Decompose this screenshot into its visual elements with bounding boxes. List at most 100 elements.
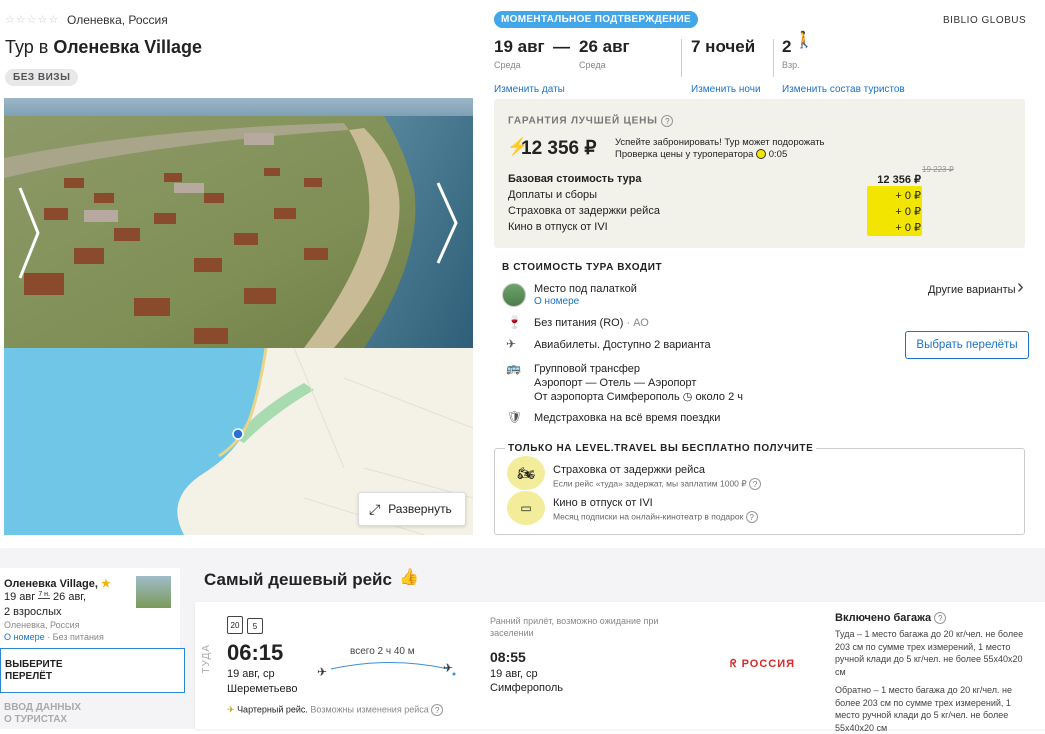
step-label-line: О ТУРИСТАХ [4, 714, 68, 725]
baggage-title: Включено багажа ? [835, 612, 947, 625]
change-tourists-link[interactable]: Изменить состав туристов [782, 84, 905, 95]
summary-guests: 2 взрослых [4, 606, 62, 618]
step-label: ВЫБЕРИТЕ ПЕРЕЛЁТ [5, 659, 63, 683]
help-icon[interactable]: ? [431, 704, 444, 716]
change-dates-link[interactable]: Изменить даты [494, 84, 565, 95]
arrival-time: 08:55 [490, 649, 526, 665]
shield-icon: 🛡 [507, 410, 523, 424]
charter-label: Чартерный рейс. [237, 704, 308, 715]
summary-date-from: 19 авг [4, 591, 36, 603]
bonus-title: ТОЛЬКО НА LEVEL.TRAVEL ВЫ БЕСПЛАТНО ПОЛУ… [505, 443, 817, 454]
adult-person-icon: 🚶 [794, 32, 814, 49]
hotel-stars: ☆☆☆☆☆ [5, 14, 60, 26]
price-row-value: + 0 ₽ [895, 190, 921, 202]
medical-insurance: Медстраховка на всё время поездки [534, 412, 721, 424]
flights-info: Авиабилеты. Доступно 2 варианта [534, 339, 711, 351]
room-info-link[interactable]: О номере [534, 296, 579, 307]
date-to: 26 авг [579, 37, 630, 56]
price-row-label: Страховка от задержки рейса [508, 205, 660, 217]
summary-date-to: 26 авг, [53, 591, 87, 603]
baggage-back: Обратно – 1 место багажа до 20 кг/чел. н… [835, 685, 1012, 733]
charter-info: ✈ Чартерный рейс. Возможны изменения рей… [227, 704, 444, 716]
expand-map-button[interactable]: ⤢ Развернуть [358, 492, 466, 526]
day-to: Среда [579, 60, 606, 70]
price-row-value: + 0 ₽ [895, 206, 921, 218]
summary-hotel-name: Оленевка Village, ★ [4, 577, 111, 590]
summary-nights: 7 н. [38, 591, 50, 599]
bonus-item-sub: Месяц подписки на онлайн-кинотеатр в под… [553, 511, 758, 523]
total-price: 12 356 ₽ [521, 138, 597, 159]
flight-path: ✈ ✈ [317, 661, 456, 679]
price-row-label: Кино в отпуск от IVI [508, 221, 608, 233]
meal-type: Без питания (RO) · АО [534, 317, 649, 329]
other-options-link[interactable]: Другие варианты [928, 284, 1016, 296]
title-prefix: Тур в [5, 37, 54, 57]
transfer-time: около 2 ч [695, 391, 743, 403]
help-icon[interactable]: ? [749, 478, 762, 490]
transfer-info: Групповой трансфер Аэропорт — Отель — Аэ… [534, 362, 743, 404]
tour-summary-card: Оленевка Village, ★ 19 авг 7 н. 26 авг, … [0, 568, 180, 648]
summary-room: О номере · Без питания [4, 632, 104, 642]
summary-thumbnail [136, 576, 171, 608]
summary-location: Оленевка, Россия [4, 620, 80, 630]
change-nights-link[interactable]: Изменить ночи [691, 84, 761, 95]
date-dash: — [553, 37, 570, 56]
step-label-line: ВВОД ДАННЫХ [4, 702, 81, 713]
summary-room-link[interactable]: О номере [4, 632, 45, 642]
room-thumbnail [502, 283, 526, 307]
transfer-line-1: Групповой трансфер [534, 363, 641, 375]
price-row-value: 12 356 ₽ [877, 174, 921, 186]
summary-dates: 19 авг 7 н. 26 авг, [4, 591, 86, 603]
arrival-date: 19 авг, ср [490, 668, 538, 680]
step-tourist-data[interactable]: ВВОД ДАННЫХ О ТУРИСТАХ [4, 702, 81, 726]
price-row-label: Доплаты и сборы [508, 189, 598, 201]
bus-icon: 🚌 [506, 361, 521, 375]
adults-count: 2 [782, 37, 792, 56]
hurry-line-2: Проверка цены у туроператора [615, 149, 754, 160]
help-icon[interactable]: ? [745, 511, 758, 523]
choose-flights-button[interactable]: Выбрать перелёты [905, 331, 1029, 359]
guarantee-label: ГАРАНТИЯ ЛУЧШЕЙ ЦЕНЫ [508, 115, 658, 127]
adults-label: Взр. [782, 60, 800, 70]
old-price: 19 223 ₽ [922, 165, 954, 174]
clock-icon: ◷ [682, 391, 693, 403]
nights-count: 7 ночей [691, 37, 756, 56]
help-icon[interactable]: ? [934, 612, 947, 625]
baggage-title-label: Включено багажа [835, 612, 932, 624]
charter-note: Возможны изменения рейса [307, 704, 429, 715]
svg-text:✈: ✈ [443, 661, 453, 675]
price-warning: Успейте забронировать! Тур может подорож… [615, 137, 825, 161]
flight-card[interactable]: ТУДА 20 5 06:15 19 авг, ср Шереметьево в… [195, 602, 1045, 733]
instant-confirm-badge: МОМЕНТАЛЬНОЕ ПОДТВЕРЖДЕНИЕ [494, 11, 699, 28]
help-icon[interactable]: ? [661, 115, 674, 127]
bonus-item-title: Кино в отпуск от IVI [553, 497, 653, 509]
cheapest-flight-title: Самый дешевый рейс [204, 570, 392, 589]
expand-label: Развернуть [388, 502, 452, 516]
page-title: Тур в Оленевка Village [5, 37, 202, 58]
best-price-guarantee: ГАРАНТИЯ ЛУЧШЕЙ ЦЕНЫ ? [508, 115, 674, 127]
departure-date: 19 авг, ср [227, 668, 275, 680]
airline-name: РОССИЯ [741, 658, 796, 670]
meal-code: · АО [623, 317, 649, 329]
hotel-location: Оленевка, Россия [67, 13, 168, 27]
price-timer: 0:05 [768, 149, 788, 160]
bonus-item-sub-text: Если рейс «туда» задержат, мы заплатим 1… [553, 478, 747, 489]
step-label-line: ПЕРЕЛЁТ [5, 671, 53, 682]
direction-label: ТУДА [201, 644, 212, 674]
delay-insurance-icon: 🏍 [507, 456, 545, 490]
included-title: В СТОИМОСТЬ ТУРА ВХОДИТ [502, 262, 663, 273]
hotel-photo[interactable] [4, 98, 473, 348]
clock-icon [756, 149, 767, 160]
chevron-right-icon[interactable]: › [1017, 276, 1024, 299]
summary-meal: · Без питания [44, 632, 104, 642]
hotel-name: Оленевка Village [53, 37, 202, 57]
arrival-note: Ранний прилёт, возможно ожидание при зас… [490, 616, 659, 638]
bonus-item-sub: Если рейс «туда» задержат, мы заплатим 1… [553, 478, 762, 490]
date-from: 19 авг [494, 37, 545, 56]
step-choose-flight[interactable]: ВЫБЕРИТЕ ПЕРЕЛЁТ [0, 648, 185, 693]
departure-time: 06:15 [227, 640, 284, 665]
meal-label: Без питания (RO) [534, 317, 624, 329]
bonus-item-sub-text: Месяц подписки на онлайн-кинотеатр в под… [553, 511, 744, 522]
thumbs-up-icon[interactable]: 👍 [399, 567, 419, 587]
airline-mark-icon: ᖇ [730, 658, 738, 670]
